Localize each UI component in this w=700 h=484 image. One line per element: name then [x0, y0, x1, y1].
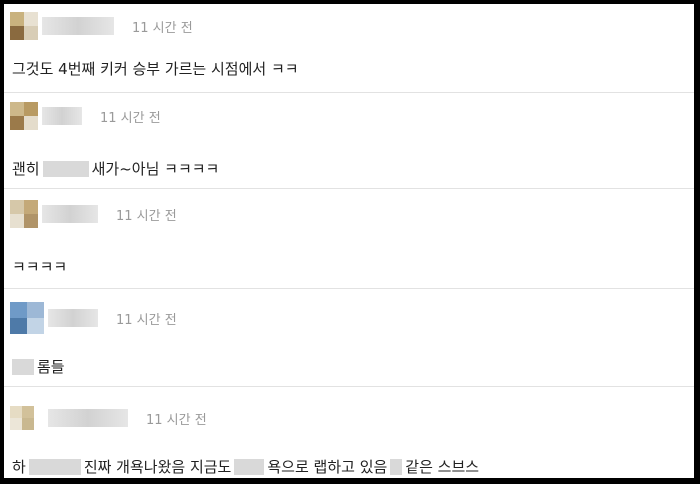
avatar-pixel: [10, 418, 22, 430]
avatar-pixel: [24, 12, 38, 26]
username-blurred[interactable]: [42, 107, 82, 125]
comment-timestamp: 11 시간 전: [146, 412, 207, 428]
comment-meta: 11 시간 전: [10, 12, 193, 40]
avatar-pixel: [22, 406, 34, 418]
comment-text: 괜히 새가~아님 ㅋㅋㅋㅋ: [12, 158, 219, 179]
avatar-pixel: [10, 214, 24, 228]
avatar-pixel: [27, 302, 44, 318]
comment-text: 그것도 4번째 키커 승부 가르는 시점에서 ㅋㅋ: [12, 58, 299, 79]
comment-text-part: 새가~아님 ㅋㅋㅋㅋ: [91, 160, 220, 178]
comment-text: 롬들: [12, 356, 65, 377]
comment-text-part: 욕으로 랩하고 있음: [267, 458, 388, 476]
comment-text-part: 그것도 4번째 키커 승부 가르는 시점에서 ㅋㅋ: [12, 60, 299, 78]
censored-text: [234, 458, 265, 475]
comment-meta: 11 시간 전: [10, 200, 177, 228]
comment-item: 11 시간 전 하 진짜 개욕나왔음 지금도 욕으로 랩하고 있음 같은 스브스: [4, 386, 694, 478]
censored-text: [28, 458, 81, 475]
avatar-pixel: [10, 318, 27, 334]
comment-list: 11 시간 전 그것도 4번째 키커 승부 가르는 시점에서 ㅋㅋ 11 시간 …: [4, 4, 694, 478]
comment-timestamp: 11 시간 전: [116, 208, 177, 224]
avatar[interactable]: [10, 12, 38, 40]
comment-item: 11 시간 전 롬들: [4, 288, 694, 387]
comment-item: 11 시간 전 괜히 새가~아님 ㅋㅋㅋㅋ: [4, 92, 694, 189]
username-blurred[interactable]: [42, 205, 98, 223]
comment-timestamp: 11 시간 전: [132, 20, 193, 36]
comment-timestamp: 11 시간 전: [116, 312, 177, 328]
avatar-pixel: [24, 26, 38, 40]
avatar-pixel: [10, 302, 27, 318]
avatar-pixel: [24, 116, 38, 130]
avatar[interactable]: [10, 102, 38, 130]
avatar-pixel: [10, 200, 24, 214]
avatar[interactable]: [10, 406, 34, 430]
avatar-pixel: [27, 318, 44, 334]
comment-meta: 11 시간 전: [10, 302, 177, 334]
avatar-pixel: [10, 12, 24, 26]
avatar-pixel: [22, 418, 34, 430]
avatar[interactable]: [10, 200, 38, 228]
avatar-pixel: [10, 102, 24, 116]
comment-timestamp: 11 시간 전: [100, 110, 161, 126]
avatar[interactable]: [10, 302, 44, 334]
avatar-pixel: [10, 26, 24, 40]
avatar-pixel: [24, 102, 38, 116]
avatar-pixel: [24, 200, 38, 214]
avatar-pixel: [24, 214, 38, 228]
comment-text-part: 괜히: [12, 160, 40, 178]
censored-text: [42, 160, 89, 177]
comment-text: 하 진짜 개욕나왔음 지금도 욕으로 랩하고 있음 같은 스브스: [12, 456, 479, 477]
comment-text-part: 롬들: [37, 358, 65, 376]
avatar-pixel: [10, 406, 22, 418]
censored-text: [12, 358, 34, 375]
username-blurred[interactable]: [48, 409, 128, 427]
username-blurred[interactable]: [42, 17, 114, 35]
comment-meta: 11 시간 전: [10, 404, 207, 432]
comment-item: 11 시간 전 ㅋㅋㅋㅋ: [4, 188, 694, 289]
comment-text-part: 진짜 개욕나왔음 지금도: [83, 458, 232, 476]
comment-meta: 11 시간 전: [10, 102, 161, 130]
censored-text: [390, 458, 403, 475]
comment-item: 11 시간 전 그것도 4번째 키커 승부 가르는 시점에서 ㅋㅋ: [4, 4, 694, 93]
comment-text-part: 같은 스브스: [405, 458, 480, 476]
comment-text-part: 하: [12, 458, 26, 476]
comment-text: ㅋㅋㅋㅋ: [12, 256, 67, 277]
comment-text-part: ㅋㅋㅋㅋ: [12, 258, 68, 276]
username-blurred[interactable]: [48, 309, 98, 327]
avatar-pixel: [10, 116, 24, 130]
